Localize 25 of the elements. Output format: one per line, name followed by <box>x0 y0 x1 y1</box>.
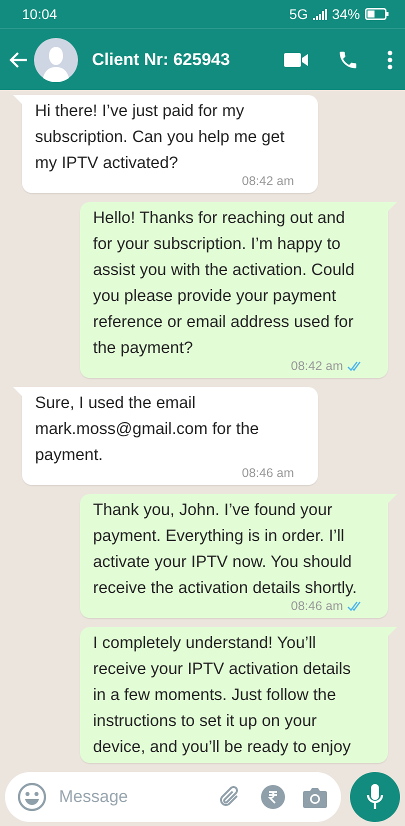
chat-title[interactable]: Client Nr: 625943 <box>92 50 256 70</box>
message-text: Hi there! I’ve just paid for my subscription. Can you help me get my IPTV activated? <box>35 101 286 174</box>
microphone-button[interactable] <box>350 772 400 822</box>
camera-button[interactable] <box>303 786 327 808</box>
battery-icon <box>365 8 389 20</box>
avatar-icon <box>34 38 78 82</box>
video-call-button[interactable] <box>284 52 309 68</box>
message-text: Hello! Thanks for reaching out and for your subscription. I’m happy to assist you with the activation. Could you please provide your payment reference or email address used for the payment? <box>93 208 356 359</box>
emoji-button[interactable] <box>17 782 47 812</box>
message-text: Thank you, John. I’ve found your payment. Everything is in order. I’ll activate your IPTV now. You should receive the activation details shortly. <box>93 500 358 599</box>
message-text: Sure, I used the email mark.moss@gmail.com for the payment. <box>35 393 260 466</box>
signal-icon <box>312 8 327 20</box>
microphone-icon <box>366 783 384 811</box>
back-button[interactable] <box>8 50 28 68</box>
message-time: 08:42 am <box>290 358 343 375</box>
message-input[interactable]: Message <box>57 786 207 808</box>
payment-button[interactable] <box>261 785 285 809</box>
network-type: 5G <box>289 6 308 22</box>
message-time: 08:46 am <box>242 465 294 482</box>
message-text: I completely understand! You’ll receive your IPTV activation details in a few moments. Just follow the instructions to set it up on your device, and you’ll be ready to enjoy <box>93 633 352 758</box>
menu-button[interactable] <box>387 50 393 70</box>
clock-time: 10:04 <box>22 6 58 22</box>
battery-percent: 34% <box>332 6 360 22</box>
message-time: 08:42 am <box>242 173 294 190</box>
message-time: 08:46 am <box>290 598 343 615</box>
